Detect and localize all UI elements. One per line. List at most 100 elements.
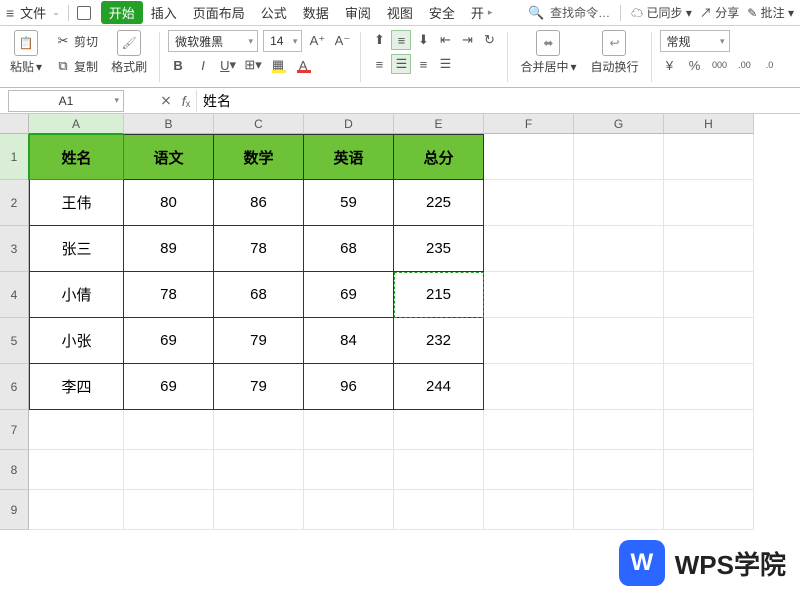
cell[interactable]	[664, 364, 754, 410]
cell[interactable]	[29, 410, 124, 450]
column-header-E[interactable]: E	[394, 114, 484, 134]
cell[interactable]	[484, 134, 574, 180]
column-header-A[interactable]: A	[29, 114, 124, 134]
cell[interactable]: 244	[394, 364, 484, 410]
tab-公式[interactable]: 公式	[253, 1, 295, 24]
cell[interactable]: 84	[304, 318, 394, 364]
paste-button[interactable]: 📋 粘贴▾	[6, 30, 46, 75]
tab-审阅[interactable]: 审阅	[337, 1, 379, 24]
cell[interactable]	[484, 490, 574, 530]
tab-页面布局[interactable]: 页面布局	[185, 1, 253, 24]
cell[interactable]: 96	[304, 364, 394, 410]
cell[interactable]	[304, 410, 394, 450]
cell[interactable]	[124, 410, 214, 450]
merge-center-button[interactable]: ⬌ 合并居中▾	[516, 30, 580, 75]
cell[interactable]	[664, 318, 754, 364]
cell[interactable]	[574, 272, 664, 318]
cell[interactable]	[664, 226, 754, 272]
number-format-select[interactable]: 常规	[660, 30, 730, 52]
bold-button[interactable]: B	[168, 55, 188, 75]
cell[interactable]	[574, 410, 664, 450]
cell[interactable]	[664, 272, 754, 318]
currency-button[interactable]: ¥	[660, 55, 680, 75]
row-header[interactable]: 8	[0, 450, 29, 490]
cell[interactable]: 79	[214, 318, 304, 364]
cell[interactable]: 235	[394, 226, 484, 272]
cell[interactable]	[484, 318, 574, 364]
cell[interactable]: 小倩	[29, 272, 124, 318]
cell[interactable]: 232	[394, 318, 484, 364]
sync-status[interactable]: ☁ 已同步 ▾	[631, 4, 692, 21]
cell[interactable]	[394, 490, 484, 530]
cell[interactable]	[124, 450, 214, 490]
cell[interactable]: 数学	[214, 134, 304, 180]
cell[interactable]: 小张	[29, 318, 124, 364]
row-header[interactable]: 1	[0, 134, 29, 180]
cell[interactable]	[664, 450, 754, 490]
tab-视图[interactable]: 视图	[379, 1, 421, 24]
cell[interactable]: 59	[304, 180, 394, 226]
tab-开始[interactable]: 开始	[101, 1, 143, 24]
cell[interactable]	[664, 410, 754, 450]
cell[interactable]: 69	[124, 318, 214, 364]
column-header-B[interactable]: B	[124, 114, 214, 134]
font-color-button[interactable]: A	[293, 55, 313, 75]
tab-插入[interactable]: 插入	[143, 1, 185, 24]
cell[interactable]: 69	[304, 272, 394, 318]
format-painter-button[interactable]: 🖌 格式刷	[107, 30, 151, 75]
cancel-icon[interactable]: ⨯	[156, 92, 176, 109]
cell[interactable]	[484, 272, 574, 318]
indent-inc-button[interactable]: ⇥	[457, 30, 477, 50]
cell[interactable]: 68	[214, 272, 304, 318]
align-center-button[interactable]: ☰	[391, 54, 411, 74]
cell[interactable]	[574, 364, 664, 410]
cell[interactable]	[304, 450, 394, 490]
row-header[interactable]: 7	[0, 410, 29, 450]
copy-button[interactable]: ⧉复制	[52, 55, 101, 77]
row-header[interactable]: 5	[0, 318, 29, 364]
row-header[interactable]: 2	[0, 180, 29, 226]
cell[interactable]	[214, 450, 304, 490]
cell[interactable]	[484, 180, 574, 226]
indent-dec-button[interactable]: ⇤	[435, 30, 455, 50]
save-icon[interactable]	[77, 6, 91, 20]
tab-开[interactable]: 开	[463, 1, 484, 24]
column-header-D[interactable]: D	[304, 114, 394, 134]
file-menu[interactable]: 文件	[18, 3, 48, 22]
cell[interactable]: 89	[124, 226, 214, 272]
cell[interactable]	[574, 180, 664, 226]
cell[interactable]: 68	[304, 226, 394, 272]
thousand-sep-button[interactable]: 000	[710, 55, 730, 75]
cell[interactable]: 225	[394, 180, 484, 226]
fill-color-button[interactable]: ▦	[268, 55, 288, 75]
hamburger-icon[interactable]: ≡	[6, 5, 14, 21]
italic-button[interactable]: I	[193, 55, 213, 75]
column-header-G[interactable]: G	[574, 114, 664, 134]
cell[interactable]	[484, 410, 574, 450]
cell[interactable]: 姓名	[29, 134, 124, 180]
tabs-overflow-icon[interactable]: ▸	[488, 7, 493, 18]
select-all-corner[interactable]	[0, 114, 29, 134]
cell[interactable]: 张三	[29, 226, 124, 272]
search-placeholder[interactable]: 查找命令…	[550, 4, 610, 21]
align-right-button[interactable]: ≡	[413, 54, 433, 74]
cell[interactable]: 86	[214, 180, 304, 226]
underline-button[interactable]: U▾	[218, 55, 238, 75]
column-header-C[interactable]: C	[214, 114, 304, 134]
cell[interactable]	[484, 450, 574, 490]
align-middle-button[interactable]: ≡	[391, 30, 411, 50]
cell[interactable]: 69	[124, 364, 214, 410]
align-left-button[interactable]: ≡	[369, 54, 389, 74]
tab-安全[interactable]: 安全	[421, 1, 463, 24]
increase-decimal-button[interactable]: .00	[735, 55, 755, 75]
cell[interactable]: 王伟	[29, 180, 124, 226]
cell[interactable]: 215	[394, 272, 484, 318]
orientation-button[interactable]: ↻	[479, 30, 499, 50]
annotate-button[interactable]: ✎ 批注 ▾	[747, 4, 794, 21]
fx-icon[interactable]: fₓ	[176, 93, 196, 109]
cell[interactable]	[484, 364, 574, 410]
cell[interactable]	[29, 450, 124, 490]
share-button[interactable]: ↗ 分享	[700, 4, 739, 21]
cell[interactable]: 78	[124, 272, 214, 318]
cell[interactable]: 80	[124, 180, 214, 226]
